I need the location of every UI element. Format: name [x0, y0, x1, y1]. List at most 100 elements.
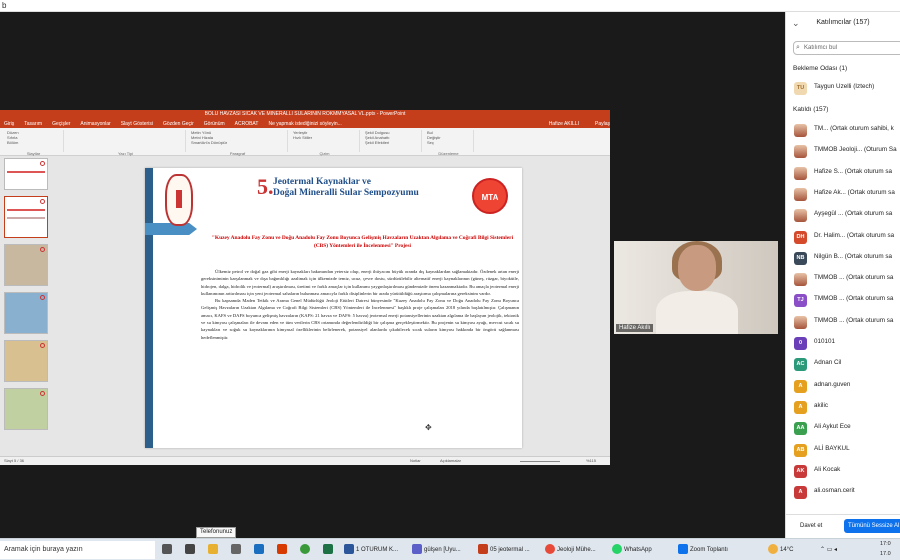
tab-slideshow[interactable]: Slayt Gösterisi [121, 121, 153, 127]
video-name-label: Hafize Akıllı [616, 324, 654, 332]
ribbon-group-shape: Şekil Dolgusu Şekil Anahattı Şekil Efekt… [362, 130, 422, 152]
task-view-icon[interactable] [162, 542, 174, 558]
tab-review[interactable]: Gözden Geçir [163, 121, 194, 127]
participant-name: Hafize Ak... (Ortak oturum sa [814, 188, 895, 196]
clock-time: 17:0 [880, 541, 891, 547]
browser-icon [545, 544, 555, 555]
taskbar-app-powerpoint[interactable]: 05 jeotermal ... [478, 542, 530, 558]
participant-name: Nilgün B... (Ortak oturum sa [814, 252, 893, 260]
panel-title: Katılımcılar (157) [816, 19, 870, 26]
ribbon-section[interactable]: Bölüm [4, 140, 63, 145]
participant-row[interactable]: AK Ali Kocak [794, 463, 900, 481]
taskbar-app-label: Zoom Toplantı [690, 547, 728, 553]
tab-home[interactable]: Giriş [4, 121, 14, 127]
office-icon[interactable] [277, 542, 289, 558]
slide-thumbnail[interactable] [4, 340, 48, 382]
share-button[interactable]: Paylaş [595, 121, 610, 127]
weather-widget[interactable]: 14°C [768, 542, 793, 558]
invite-button[interactable]: Davet et [796, 519, 826, 533]
participant-name: TMMOB ... (Ortak oturum sa [814, 295, 894, 303]
calculator-icon[interactable] [185, 542, 197, 558]
participant-row[interactable]: DH Dr. Halim... (Ortak oturum sa [794, 229, 900, 247]
avatar: AA [794, 422, 807, 436]
powerpoint-window[interactable]: BOLU HAVZASI SICAK VE MINERALLI SULARINI… [0, 110, 610, 465]
tab-view[interactable]: Görünüm [204, 121, 225, 127]
panel-footer: Davet et Tümünü Sessize Al [786, 514, 900, 538]
participant-row[interactable]: TMMOB ... (Ortak oturum sa [794, 314, 900, 332]
taskbar-app-zoom[interactable]: Zoom Toplantı [678, 542, 728, 558]
shared-screen-area: BOLU HAVZASI SICAK VE MINERALLI SULARINI… [0, 12, 785, 538]
comments-button[interactable]: Açıklamalar [440, 458, 461, 463]
taskbar-app-label: gülşen [Uyu... [424, 547, 461, 553]
waiting-participant[interactable]: TU Taygun Uzelli (Iztech) [794, 80, 900, 98]
participant-row[interactable]: Aakilic [794, 399, 900, 417]
participant-search-input[interactable]: ⌕ Katılımcı bul [793, 41, 900, 55]
participant-video[interactable]: Hafize Akıllı [614, 241, 778, 334]
slide-thumbnail-selected[interactable] [4, 196, 48, 238]
participant-row[interactable]: TJ TMMOB ... (Ortak oturum sa [794, 292, 900, 310]
zoom-slider[interactable] [520, 461, 560, 462]
folder-icon[interactable] [208, 542, 220, 558]
ribbon-quick-styles[interactable]: Hızlı Stiller [290, 135, 359, 140]
tab-acrobat[interactable]: ACROBAT [235, 121, 259, 127]
zoom-level[interactable]: %115 [586, 458, 596, 463]
participant-row[interactable]: Aadnan.guven [794, 378, 900, 396]
slide-thumbnail[interactable] [4, 244, 48, 286]
waiting-room-label[interactable]: Bekleme Odası (1) [793, 65, 847, 72]
participant-name: ali.osman.cerit [814, 487, 855, 495]
slide-editor[interactable]: 5. Jeotermal Kaynaklar ve Doğal Minerall… [52, 156, 610, 456]
participant-row[interactable]: TM... (Ortak oturum sahibi, k [794, 122, 900, 140]
slide-side-stripe [145, 168, 153, 448]
ribbon-group-font: Yazı Tipi [66, 130, 186, 156]
video-person-face [678, 245, 716, 291]
joined-label[interactable]: Katıldı (157) [793, 106, 828, 113]
participant-row[interactable]: AB ALİ BAYKUL [794, 442, 900, 460]
participant-row[interactable]: Ayşegül ... (Ortak oturum sa [794, 207, 900, 225]
participant-row[interactable]: Aali.osman.cerit [794, 484, 900, 502]
participant-row[interactable]: TMMOB ... (Ortak oturum sa [794, 271, 900, 289]
ribbon-select[interactable]: Seç [424, 140, 473, 145]
participant-row[interactable]: AC Adnan Cil [794, 356, 900, 374]
ppt-user[interactable]: Hafize AKILLI [549, 121, 585, 127]
participant-name: 010101 [814, 338, 836, 345]
avatar: TJ [794, 294, 807, 308]
mail-icon[interactable] [254, 542, 266, 558]
slide-thumbnail[interactable] [4, 292, 48, 334]
participant-name: Dr. Halim... (Ortak oturum sa [814, 231, 895, 239]
chrome-icon[interactable] [300, 542, 312, 558]
taskbar-app-chat[interactable]: gülşen [Uyu... [412, 542, 461, 558]
participant-name: TM... (Ortak oturum sahibi, k [814, 125, 894, 132]
taskbar-app-whatsapp[interactable]: WhatsApp [612, 542, 652, 558]
ribbon-shape-effects[interactable]: Şekil Efektleri [362, 140, 421, 145]
excel-icon[interactable] [323, 542, 335, 558]
slide-thumbnail[interactable] [4, 388, 48, 430]
tab-transitions[interactable]: Geçişler [52, 121, 70, 127]
participant-row[interactable]: NB Nilgün B... (Ortak oturum sa [794, 250, 900, 268]
mute-all-button[interactable]: Tümünü Sessize Al [844, 519, 900, 533]
tab-animations[interactable]: Animasyonlar [80, 121, 110, 127]
tell-me-box[interactable]: Ne yapmak istediğinizi söyleyin... [268, 121, 341, 127]
participant-row[interactable]: AA Ali Aykut Ece [794, 420, 900, 438]
participant-row[interactable]: Hafize S... (Ortak oturum sa [794, 165, 900, 183]
tray-icons[interactable]: ⌃ ▭ ◂ [820, 542, 837, 558]
taskbar-app-word[interactable]: 1 OTURUM K... [344, 542, 398, 558]
tab-design[interactable]: Tasarım [24, 121, 42, 127]
video-person-body [656, 291, 738, 334]
participant-name: Ayşegül ... (Ortak oturum sa [814, 210, 893, 218]
taskbar-search-input[interactable]: Aramak için buraya yazın [0, 541, 155, 559]
collapse-chevron-icon[interactable]: ⌄ [792, 12, 800, 34]
avatar: A [794, 400, 807, 414]
slide-thumbnail[interactable] [4, 158, 48, 190]
clock[interactable]: 17:0 17.0 [880, 539, 891, 557]
participant-row[interactable]: Hafize Ak... (Ortak oturum sa [794, 186, 900, 204]
taskbar-app-chrome[interactable]: Jeoloji Mühe... [545, 542, 596, 558]
current-slide[interactable]: 5. Jeotermal Kaynaklar ve Doğal Minerall… [145, 168, 522, 448]
camera-icon[interactable] [231, 542, 243, 558]
participant-name: Adnan Cil [814, 359, 842, 367]
participant-row[interactable]: 0 010101 [794, 335, 900, 353]
notes-button[interactable]: Notlar [410, 458, 421, 463]
ribbon-smartart[interactable]: SmartArt'a Dönüştür [188, 140, 287, 145]
participant-row[interactable]: TMMOB Jeoloji... (Oturum Sa [794, 143, 900, 161]
top-glyph: b [2, 1, 7, 10]
mta-logo-text: MTA [481, 193, 499, 202]
